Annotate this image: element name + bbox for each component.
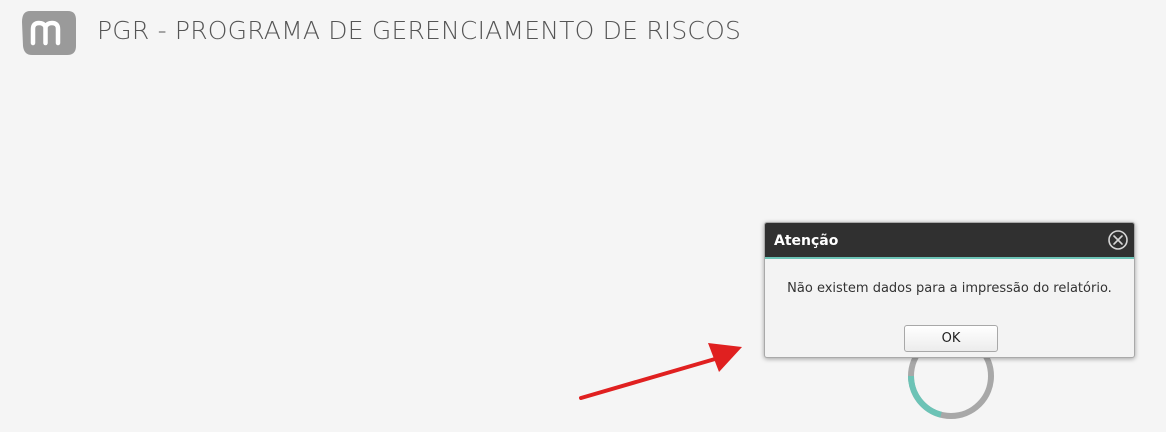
page-title: PGR - PROGRAMA DE GERENCIAMENTO DE RISCO… <box>97 16 742 45</box>
dialog-title: Atenção <box>774 233 839 249</box>
dialog-message: Não existem dados para a impressão do re… <box>787 281 1112 296</box>
red-arrow-icon <box>579 343 742 400</box>
dialog-header: Atenção <box>765 223 1134 259</box>
alert-dialog: Atenção Não existem dados para a impress… <box>764 222 1135 358</box>
ok-button[interactable]: OK <box>904 325 998 352</box>
app-logo-icon <box>22 11 76 55</box>
close-icon[interactable] <box>1107 229 1129 251</box>
